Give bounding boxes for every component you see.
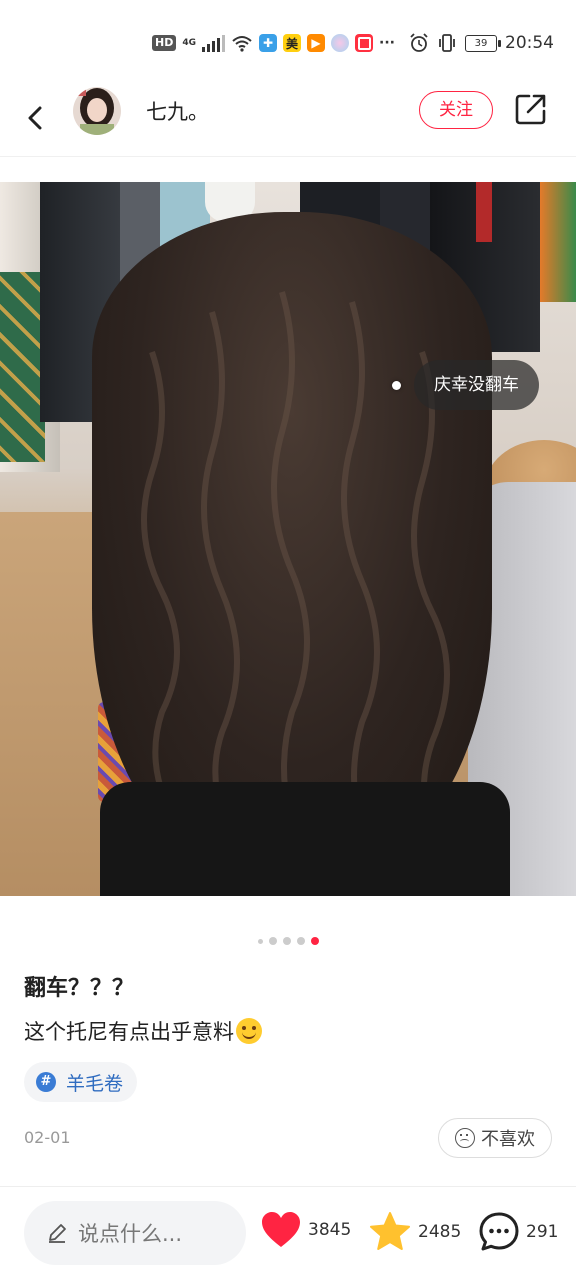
- bottom-action-bar: 说点什么... 3845 2485 291: [0, 1187, 576, 1280]
- hashtag-icon: #: [36, 1072, 56, 1092]
- red-app-icon: [355, 34, 373, 52]
- pen-icon: [49, 1224, 66, 1243]
- page-dot: [268, 937, 277, 945]
- post-description: 这个托尼有点出乎意料: [24, 1016, 262, 1046]
- back-icon[interactable]: [22, 98, 52, 138]
- topic-label: 羊毛卷: [66, 1072, 124, 1095]
- page-dot: [282, 937, 291, 945]
- status-bar: HD 4G ✚ 美 ▶ ··· 39 20:54: [0, 0, 576, 84]
- cross-app-icon: ✚: [259, 34, 277, 52]
- smile-emoji-icon: [236, 1018, 262, 1044]
- signal-icon: [202, 34, 225, 52]
- wifi-icon: [232, 36, 252, 52]
- author-name[interactable]: 七九。: [146, 96, 209, 126]
- post-photo[interactable]: 庆幸没翻车: [0, 182, 576, 896]
- clothing-item: [0, 272, 45, 462]
- comment-input[interactable]: 说点什么...: [24, 1201, 246, 1265]
- battery-icon: 39: [465, 34, 501, 52]
- tag-label: 庆幸没翻车: [414, 360, 539, 410]
- dislike-button[interactable]: 不喜欢: [438, 1118, 552, 1158]
- page-dot: [296, 937, 305, 945]
- hd-badge: HD: [152, 35, 177, 51]
- vibrate-icon: [439, 34, 455, 52]
- comment-button[interactable]: 291: [478, 1211, 558, 1253]
- tag-dot: [392, 380, 401, 390]
- description-text: 这个托尼有点出乎意料: [24, 1020, 234, 1044]
- comment-bubble-icon: [479, 1212, 519, 1251]
- sad-face-icon: [455, 1128, 475, 1148]
- comment-count: 291: [526, 1222, 559, 1242]
- clothing-item: [540, 182, 576, 302]
- like-button[interactable]: 3845: [260, 1211, 351, 1249]
- dislike-label: 不喜欢: [481, 1129, 535, 1150]
- page-dot: [257, 938, 263, 944]
- collect-button[interactable]: 2485: [368, 1211, 461, 1253]
- post-header: 七九。 关注: [0, 84, 576, 157]
- orb-app-icon: [331, 34, 349, 52]
- like-count: 3845: [308, 1220, 352, 1240]
- comment-placeholder: 说点什么...: [78, 1222, 183, 1246]
- more-notifications-icon: ···: [379, 35, 395, 51]
- clock: 20:54: [505, 33, 554, 53]
- follow-button[interactable]: 关注: [419, 91, 493, 129]
- share-icon[interactable]: [514, 92, 548, 126]
- collect-count: 2485: [418, 1222, 462, 1242]
- photo-pagination: [0, 937, 576, 945]
- post-title: 翻车？？？: [24, 976, 135, 1001]
- post-date: 02-01: [24, 1128, 71, 1147]
- video-app-icon: ▶: [307, 34, 325, 52]
- heart-icon: [262, 1212, 300, 1247]
- hair: [92, 212, 492, 872]
- status-right: 39 20:54: [409, 30, 554, 56]
- star-icon: [370, 1212, 410, 1250]
- topic-chip[interactable]: # 羊毛卷: [24, 1062, 138, 1102]
- photo-tag[interactable]: 庆幸没翻车: [392, 360, 539, 410]
- meituan-app-icon: 美: [283, 34, 301, 52]
- black-coat: [100, 782, 510, 896]
- alarm-icon: [410, 33, 428, 52]
- status-left-icons: HD 4G ✚ 美 ▶ ···: [152, 30, 395, 56]
- network-badge: 4G: [182, 37, 196, 48]
- page-dot-active: [310, 937, 319, 945]
- author-avatar[interactable]: [72, 84, 122, 140]
